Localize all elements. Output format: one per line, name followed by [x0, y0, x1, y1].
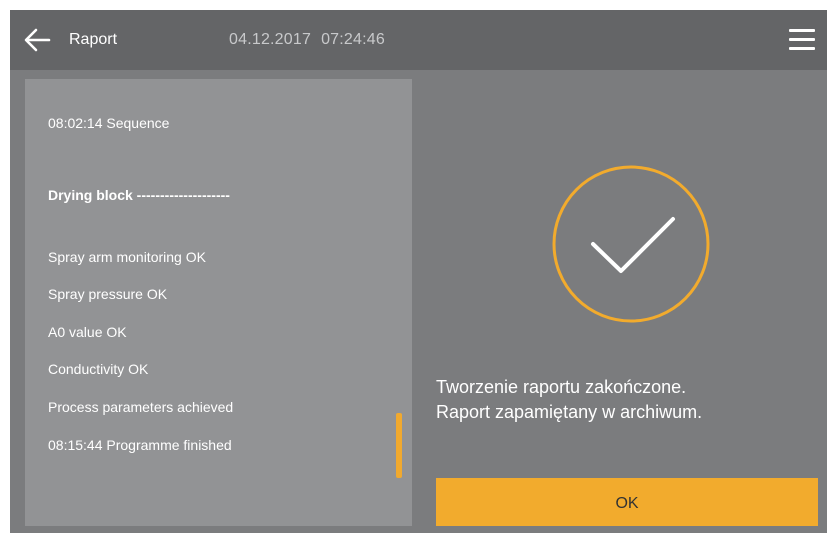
log-line: 08:02:14 Sequence	[48, 115, 170, 131]
log-section-heading: Drying block --------------------	[48, 187, 230, 203]
date-label: 04.12.2017	[229, 31, 312, 48]
log-line: Conductivity OK	[48, 361, 149, 377]
log-line: A0 value OK	[48, 324, 127, 340]
checkmark-circle-icon	[552, 165, 710, 323]
status-message: Tworzenie raportu zakończone. Raport zap…	[436, 375, 702, 425]
log-line: Spray pressure OK	[48, 286, 168, 302]
report-log-panel[interactable]: 08:02:14 Sequence Drying block ---------…	[25, 79, 412, 526]
report-screen: Raport 04.12.2017 07:24:46 08:02:14 Seque…	[10, 10, 827, 533]
status-message-line1: Tworzenie raportu zakończone.	[436, 377, 687, 397]
log-line: Spray arm monitoring OK	[48, 249, 206, 265]
arrow-left-icon	[24, 28, 51, 52]
hamburger-menu-icon-bar	[789, 47, 815, 50]
status-message-line2: Raport zapamiętany w archiwum.	[436, 402, 703, 422]
log-line: 08:15:44 Programme finished	[48, 437, 232, 453]
page-title: Raport	[69, 31, 118, 48]
ok-button[interactable]: OK	[436, 478, 818, 526]
hamburger-menu-icon-bar	[789, 38, 815, 41]
time-label: 07:24:46	[321, 31, 385, 48]
menu-button[interactable]	[787, 27, 817, 53]
hamburger-menu-icon	[789, 29, 815, 32]
scrollbar-thumb[interactable]	[396, 413, 402, 478]
back-button[interactable]	[22, 26, 52, 54]
log-line: Process parameters achieved	[48, 399, 234, 415]
top-bar: Raport 04.12.2017 07:24:46	[10, 10, 827, 70]
datetime-display: 04.12.2017 07:24:46	[229, 31, 385, 49]
